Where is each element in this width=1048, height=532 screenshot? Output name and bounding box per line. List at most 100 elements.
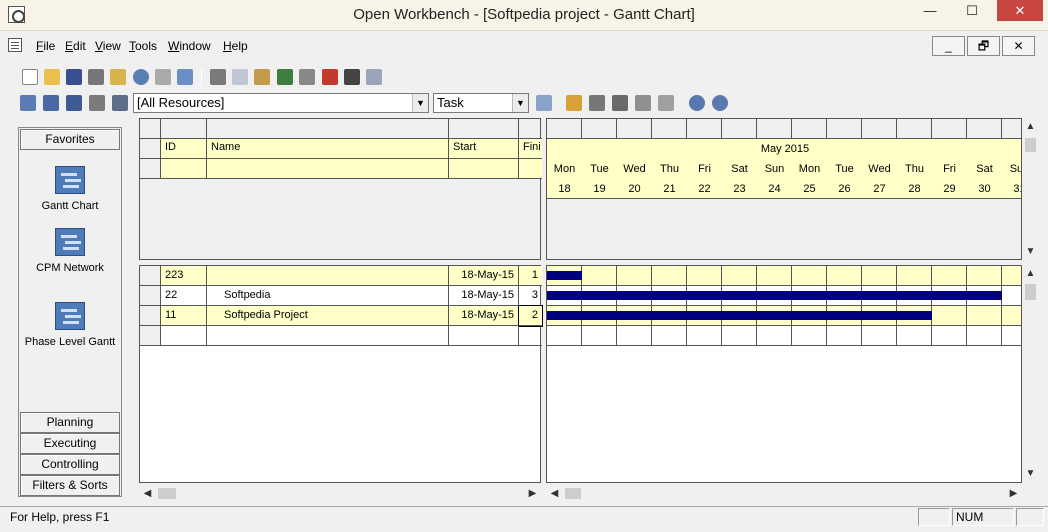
column-header-id[interactable]: ID: [161, 139, 207, 159]
column-header-start[interactable]: Start: [449, 139, 519, 159]
gantt-cell[interactable]: [582, 326, 617, 346]
section-planning[interactable]: Planning: [20, 412, 120, 433]
binoculars-icon[interactable]: [344, 69, 360, 85]
gantt-cell[interactable]: [967, 266, 1002, 286]
delete-icon[interactable]: [322, 69, 338, 85]
gantt-cell[interactable]: [617, 326, 652, 346]
gantt-cell[interactable]: [932, 266, 967, 286]
section-executing[interactable]: Executing: [20, 433, 120, 454]
gantt-cell[interactable]: [757, 326, 792, 346]
gantt-cell[interactable]: [722, 326, 757, 346]
gantt-cell[interactable]: [792, 326, 827, 346]
gantt-cell[interactable]: [932, 326, 967, 346]
favorites-header[interactable]: Favorites: [20, 129, 120, 150]
gantt-body-vscroll[interactable]: ▲ ▼: [1022, 265, 1039, 483]
view-cpm-network[interactable]: CPM Network: [19, 228, 121, 274]
gantt-cell[interactable]: [862, 326, 897, 346]
task-start-cell[interactable]: 18-May-15: [449, 306, 519, 326]
properties-icon[interactable]: [177, 69, 193, 85]
paste-icon[interactable]: [254, 69, 270, 85]
window-minimize-button[interactable]: —: [911, 0, 949, 21]
edit-icon[interactable]: [566, 95, 582, 111]
gantt-cell[interactable]: [757, 266, 792, 286]
menu-window[interactable]: Window: [168, 39, 211, 53]
empty-cell[interactable]: [207, 326, 449, 346]
scroll-right-icon[interactable]: ▶: [524, 485, 541, 502]
row-header-cell[interactable]: [140, 286, 161, 306]
mdi-minimize-button[interactable]: _: [932, 36, 965, 56]
task-start-cell[interactable]: 18-May-15: [449, 286, 519, 306]
task-bar[interactable]: [547, 271, 582, 280]
send-icon[interactable]: [155, 69, 171, 85]
calendar-icon[interactable]: [66, 95, 82, 111]
chart-icon[interactable]: [112, 95, 128, 111]
gantt-cell[interactable]: [652, 266, 687, 286]
find-icon[interactable]: [133, 69, 149, 85]
gantt-cell[interactable]: [722, 266, 757, 286]
row-header-cell[interactable]: [140, 306, 161, 326]
task-finish-cell[interactable]: 2: [518, 305, 543, 327]
gantt-cell[interactable]: [897, 266, 932, 286]
task-bar[interactable]: [547, 311, 932, 320]
scroll-up-icon[interactable]: ▲: [1022, 265, 1039, 282]
zoom-in-icon[interactable]: [689, 95, 705, 111]
gantt-cell[interactable]: [967, 306, 1002, 326]
copy-icon[interactable]: [232, 69, 248, 85]
scroll-up-icon[interactable]: ▲: [1022, 118, 1039, 135]
gantt-cell[interactable]: [1002, 266, 1021, 286]
column-header-finish[interactable]: Fini: [519, 139, 542, 159]
gantt-cell[interactable]: [547, 326, 582, 346]
chevron-down-icon[interactable]: ▼: [412, 94, 428, 112]
gantt-hscroll[interactable]: ◀ ▶: [546, 485, 1022, 502]
resources-icon[interactable]: [20, 95, 36, 111]
chevron-down-icon[interactable]: ▼: [512, 94, 528, 112]
gantt-cell[interactable]: [827, 266, 862, 286]
scroll-down-icon[interactable]: ▼: [1022, 243, 1039, 260]
new-icon[interactable]: [22, 69, 38, 85]
refresh-icon[interactable]: [536, 95, 552, 111]
scroll-thumb[interactable]: [1025, 284, 1036, 300]
indent-icon[interactable]: [589, 95, 605, 111]
empty-cell[interactable]: [519, 326, 542, 346]
gantt-cell[interactable]: [1002, 326, 1021, 346]
scroll-thumb[interactable]: [1025, 138, 1036, 152]
task-id-cell[interactable]: 11: [161, 306, 207, 326]
table-icon[interactable]: [43, 95, 59, 111]
undo-icon[interactable]: [277, 69, 293, 85]
gantt-cell[interactable]: [792, 266, 827, 286]
open-folder-icon[interactable]: [44, 69, 60, 85]
section-controlling[interactable]: Controlling: [20, 454, 120, 475]
scroll-thumb[interactable]: [158, 488, 176, 499]
menu-file[interactable]: File: [36, 39, 55, 53]
gantt-cell[interactable]: [967, 326, 1002, 346]
gantt-cell[interactable]: [932, 306, 967, 326]
empty-cell[interactable]: [449, 326, 519, 346]
gantt-cell[interactable]: [1002, 286, 1021, 306]
gantt-cell[interactable]: [582, 266, 617, 286]
resources-select[interactable]: [All Resources] ▼: [133, 93, 429, 113]
window-close-button[interactable]: ✕: [997, 0, 1043, 21]
view-phase-level-gantt[interactable]: Phase Level Gantt: [19, 302, 121, 348]
gantt-cell[interactable]: [687, 326, 722, 346]
zoom-out-icon[interactable]: [712, 95, 728, 111]
outdent-icon[interactable]: [612, 95, 628, 111]
empty-cell[interactable]: [161, 326, 207, 346]
task-name-cell[interactable]: [207, 266, 449, 286]
link-icon[interactable]: [635, 95, 651, 111]
scroll-down-icon[interactable]: ▼: [1022, 465, 1039, 482]
menu-edit[interactable]: Edit: [65, 39, 86, 53]
gantt-header-vscroll[interactable]: ▲ ▼: [1022, 118, 1039, 260]
hierarchy-icon[interactable]: [89, 95, 105, 111]
row-header-cell[interactable]: [140, 326, 161, 346]
task-finish-cell[interactable]: 1: [519, 266, 542, 286]
gantt-cell[interactable]: [827, 326, 862, 346]
table-hscroll[interactable]: ◀ ▶: [139, 485, 541, 502]
section-filters-sorts[interactable]: Filters & Sorts: [20, 475, 120, 496]
task-bar[interactable]: [547, 291, 1002, 300]
scroll-left-icon[interactable]: ◀: [139, 485, 156, 502]
cut-icon[interactable]: [210, 69, 226, 85]
insert-row-icon[interactable]: [299, 69, 315, 85]
mdi-restore-button[interactable]: 🗗: [967, 36, 1000, 56]
task-name-cell[interactable]: Softpedia Project: [207, 306, 449, 326]
view-gantt-chart[interactable]: Gantt Chart: [19, 166, 121, 212]
